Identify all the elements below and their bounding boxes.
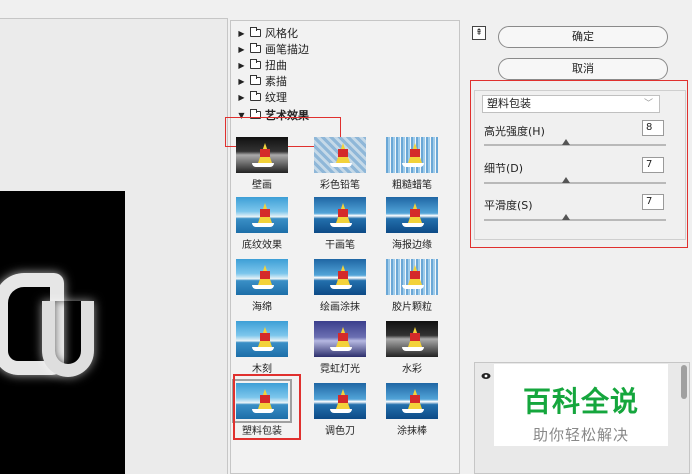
filter-preview-image: [386, 137, 438, 173]
category-label: 纹理: [265, 91, 287, 104]
filter-label: 胶片颗粒: [392, 302, 432, 313]
expand-arrow-icon: ▶: [238, 92, 245, 102]
cancel-button[interactable]: 取消: [498, 58, 668, 80]
filter-thumb-colored-pencil[interactable]: 彩色铅笔: [311, 137, 369, 191]
filter-label: 霓虹灯光: [320, 364, 360, 375]
filter-label: 水彩: [402, 364, 422, 375]
filter-label: 调色刀: [325, 426, 355, 437]
filter-thumb-film-grain[interactable]: 胶片颗粒: [383, 259, 441, 313]
filter-preview-image: [314, 321, 366, 357]
category-distort[interactable]: ▶ 扭曲: [237, 57, 287, 73]
category-texture[interactable]: ▶ 纹理: [237, 89, 287, 105]
filter-thumb-neon-glow[interactable]: 霓虹灯光: [311, 321, 369, 375]
folder-icon: [250, 43, 261, 53]
filter-preview-image: [386, 383, 438, 419]
filter-thumb-dry-brush[interactable]: 干画笔: [311, 197, 369, 251]
highlight-strength-label: 高光强度(H): [484, 125, 545, 138]
filter-preview-image: [236, 197, 288, 233]
folder-icon: [250, 27, 261, 37]
filter-select[interactable]: 塑料包装 ﹀: [482, 95, 660, 113]
filter-preview-image: [314, 197, 366, 233]
smoothness-input[interactable]: 7: [642, 194, 664, 210]
folder-icon: [250, 75, 261, 85]
filter-preview-image: [386, 197, 438, 233]
filter-thumb-poster-edges[interactable]: 海报边缘: [383, 197, 441, 251]
selected-filter-highlight: [233, 374, 301, 440]
category-label: 扭曲: [265, 59, 287, 72]
ok-button[interactable]: 确定: [498, 26, 668, 48]
filter-label: 绘画涂抹: [320, 302, 360, 313]
filter-thumb-cutout[interactable]: 木刻: [233, 321, 291, 375]
filter-preview-image: [386, 259, 438, 295]
filter-label: 彩色铅笔: [320, 180, 360, 191]
scrollbar-thumb[interactable]: [681, 365, 687, 399]
filter-label: 涂抹棒: [397, 426, 427, 437]
filter-thumb-watercolor[interactable]: 水彩: [383, 321, 441, 375]
filter-label: 干画笔: [325, 240, 355, 251]
eye-icon[interactable]: [481, 371, 491, 381]
highlight-strength-input[interactable]: 8: [642, 120, 664, 136]
detail-input[interactable]: 7: [642, 157, 664, 173]
filter-label: 底纹效果: [242, 240, 282, 251]
expand-arrow-icon: ▶: [238, 28, 245, 38]
filter-thumb-fresco[interactable]: 壁画: [233, 137, 291, 191]
filter-label: 粗糙蜡笔: [392, 180, 432, 191]
expand-arrow-icon: ▶: [238, 60, 245, 70]
filter-label: 海绵: [252, 302, 272, 313]
smoothness-label: 平滑度(S): [484, 199, 533, 212]
filter-preview-image: [236, 137, 288, 173]
filter-thumb-sponge[interactable]: 海绵: [233, 259, 291, 313]
filter-thumb-underpainting[interactable]: 底纹效果: [233, 197, 291, 251]
top-strip: [0, 0, 692, 18]
category-brush-strokes[interactable]: ▶ 画笔描边: [237, 41, 309, 57]
filter-thumb-rough-pastels[interactable]: 粗糙蜡笔: [383, 137, 441, 191]
preview-pane: [0, 18, 228, 474]
watermark-title: 百科全说: [522, 385, 639, 418]
filter-label: 壁画: [252, 180, 272, 191]
watermark: 百科全说 助你轻松解决: [494, 364, 668, 446]
filter-thumb-paint-daubs[interactable]: 绘画涂抹: [311, 259, 369, 313]
category-sketch[interactable]: ▶ 素描: [237, 73, 287, 89]
filter-preview-image: [386, 321, 438, 357]
detail-slider[interactable]: [484, 182, 666, 184]
expand-arrow-icon: ▶: [238, 44, 245, 54]
folder-icon: [250, 59, 261, 69]
collapse-gallery-button[interactable]: ⇞: [472, 26, 486, 40]
folder-icon: [250, 91, 261, 101]
category-label: 风格化: [265, 27, 298, 40]
filter-preview-image: [314, 259, 366, 295]
filter-preview-image: [236, 259, 288, 295]
glow-letter-u: [42, 301, 94, 377]
filter-thumb-smudge-stick[interactable]: 涂抹棒: [383, 383, 441, 437]
filter-select-value: 塑料包装: [487, 97, 531, 110]
filter-label: 木刻: [252, 364, 272, 375]
watermark-subtitle: 助你轻松解决: [532, 426, 629, 444]
smoothness-slider[interactable]: [484, 219, 666, 221]
slider-thumb[interactable]: [561, 139, 570, 145]
filter-preview-image: [314, 137, 366, 173]
category-label: 画笔描边: [265, 43, 309, 56]
filter-label: 海报边缘: [392, 240, 432, 251]
filter-preview-image: [236, 321, 288, 357]
slider-thumb[interactable]: [561, 177, 570, 183]
filter-thumb-palette-knife[interactable]: 调色刀: [311, 383, 369, 437]
detail-label: 细节(D): [484, 162, 524, 175]
slider-thumb[interactable]: [561, 214, 570, 220]
preview-image: [0, 191, 125, 474]
highlight-strength-slider[interactable]: [484, 144, 666, 146]
filter-preview-image: [314, 383, 366, 419]
category-stylize[interactable]: ▶ 风格化: [237, 25, 298, 41]
category-label: 素描: [265, 75, 287, 88]
expand-arrow-icon: ▶: [238, 76, 245, 86]
chevron-down-icon: ﹀: [643, 99, 653, 109]
